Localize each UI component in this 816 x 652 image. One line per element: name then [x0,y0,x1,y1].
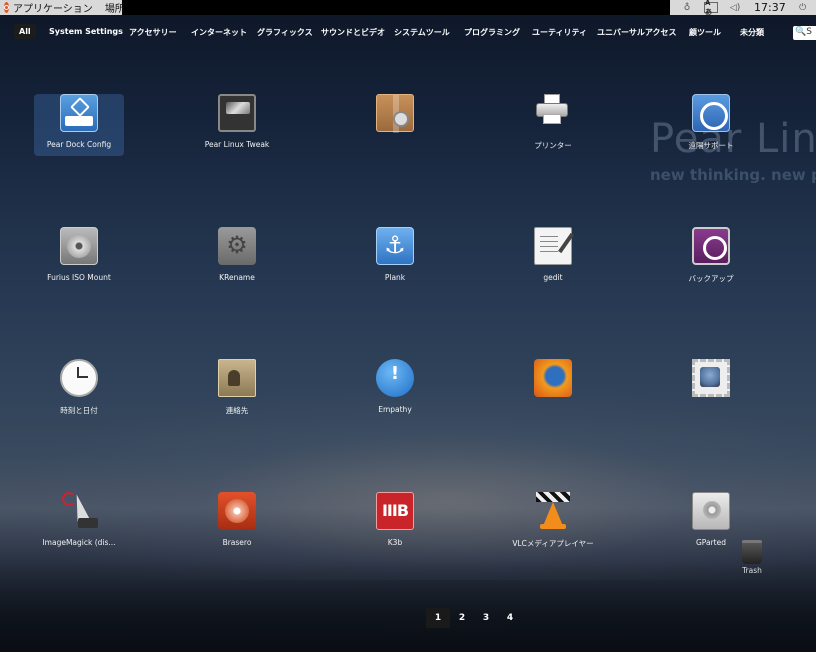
app-label: gedit [543,273,563,282]
keyboard-input-indicator[interactable]: Aあ [704,0,718,16]
disc-mount-icon [60,227,98,265]
firefox-icon [534,359,572,397]
category-internet[interactable]: インターネット [186,24,252,41]
trash-icon [742,540,762,564]
app-imagemagick[interactable]: ImageMagick (dis... [34,492,124,554]
trash-label: Trash [742,566,762,575]
app-pear-linux-tweak[interactable]: Pear Linux Tweak [192,94,282,156]
app-label: Brasero [222,538,252,547]
app-gedit[interactable]: gedit [508,227,598,289]
app-label: ImageMagick (dis... [42,538,116,547]
category-universal-access[interactable]: ユニバーサルアクセス [592,24,681,41]
app-label: 遠隔サポート [688,141,734,150]
dock-trash[interactable]: Trash [734,540,770,575]
backup-icon [692,227,730,265]
category-accessories[interactable]: アクセサリー [124,24,182,41]
app-mail-client[interactable] [666,359,756,421]
gear-icon [218,227,256,265]
app-firefox[interactable] [508,359,598,421]
category-tools[interactable]: 顧ツール [684,24,726,41]
app-label: プリンター [534,141,572,150]
package-box-icon [376,94,414,133]
k3b-icon [376,492,414,530]
app-pear-dock-config[interactable]: Pear Dock Config [34,94,124,156]
app-label: Empathy [378,405,412,414]
app-label: Plank [384,273,406,282]
app-krename[interactable]: KRename [192,227,282,289]
ubuntu-logo-icon[interactable] [4,2,9,13]
category-graphics[interactable]: グラフィックス [252,24,318,41]
page-button-1[interactable]: 1 [426,608,450,628]
app-brasero[interactable]: Brasero [192,492,282,554]
volume-icon[interactable]: ◁) [728,2,742,13]
app-backup[interactable]: バックアップ [666,227,756,289]
category-system-tools[interactable]: システムツール [389,24,455,41]
app-label: Furius ISO Mount [47,273,111,282]
page-button-4[interactable]: 4 [498,608,522,628]
app-package-installer[interactable] [350,94,440,156]
search-placeholder: S [806,27,812,37]
app-label: バックアップ [688,274,734,283]
background-shoreline [0,560,816,652]
app-label: 連絡先 [225,406,249,415]
category-sound-video[interactable]: サウンドとビデオ [316,24,390,41]
app-remote-support[interactable]: 遠隔サポート [666,94,756,156]
clock-icon [60,359,98,397]
chat-bubble-icon [376,359,414,397]
power-icon[interactable]: ⏻ [796,2,810,13]
app-label: 時刻と日付 [60,406,98,415]
anchor-icon [376,227,414,265]
pagination: 1 2 3 4 [426,608,522,628]
top-panel: アプリケーション 場所 ♁ Aあ ◁) 17:37 ⏻ [0,0,816,16]
app-label: VLCメディアプレイヤー [512,539,594,548]
text-editor-icon [534,227,572,265]
mail-stamp-icon [692,359,730,397]
wizard-hat-icon [60,492,98,530]
panel-menu-bar: アプリケーション 場所 [0,0,125,15]
burn-disc-icon [218,492,256,530]
clock[interactable]: 17:37 [754,1,786,14]
network-icon[interactable]: ♁ [680,2,694,13]
app-label: K3b [387,538,403,547]
partition-disk-icon [692,492,730,530]
search-icon: 🔍 [795,27,807,37]
vlc-cone-icon [534,492,572,530]
app-plank[interactable]: Plank [350,227,440,289]
app-label: Pear Linux Tweak [204,140,270,149]
app-printer[interactable]: プリンター [508,94,598,156]
remote-support-icon [692,94,730,132]
category-programming[interactable]: プログラミング [459,24,525,41]
category-bar: All System Settings アクセサリー インターネット グラフィッ… [0,22,816,42]
applications-menu[interactable]: アプリケーション [13,0,93,15]
app-time-and-date[interactable]: 時刻と日付 [34,359,124,421]
page-button-2[interactable]: 2 [450,608,474,628]
app-empathy[interactable]: Empathy [350,359,440,421]
app-k3b[interactable]: K3b [350,492,440,554]
app-vlc-media-player[interactable]: VLCメディアプレイヤー [508,492,598,554]
wallpaper-brand-subtitle: new thinking. new p [650,166,816,184]
monitor-tweak-icon [218,94,256,132]
search-input[interactable]: 🔍S [793,26,816,40]
page-button-3[interactable]: 3 [474,608,498,628]
panel-indicators: ♁ Aあ ◁) 17:37 ⏻ [670,0,816,16]
category-system-settings[interactable]: System Settings [44,24,128,39]
category-all[interactable]: All [14,24,36,39]
app-label: Pear Dock Config [46,140,112,149]
places-menu[interactable]: 場所 [105,0,125,15]
dock-config-icon [60,94,98,132]
app-label: KRename [219,273,255,282]
contacts-icon [218,359,256,397]
printer-icon [534,94,572,132]
category-utilities[interactable]: ユーティリティ [527,24,592,41]
app-furius-iso-mount[interactable]: Furius ISO Mount [34,227,124,289]
app-contacts[interactable]: 連絡先 [192,359,282,421]
category-uncategorized[interactable]: 未分類 [735,24,769,41]
